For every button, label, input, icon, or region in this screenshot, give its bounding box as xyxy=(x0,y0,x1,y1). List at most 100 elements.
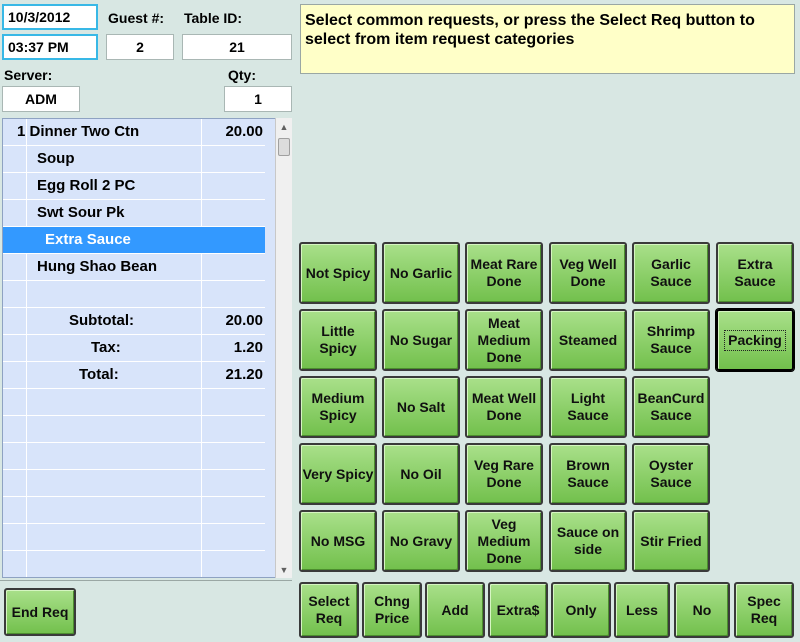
qty-field[interactable]: 1 xyxy=(224,86,292,112)
button-label: Veg Well Done xyxy=(559,256,617,289)
add-button[interactable]: Add xyxy=(425,582,485,638)
button-label: Oyster Sauce xyxy=(648,457,694,490)
meat-rare-done-button[interactable]: Meat Rare Done xyxy=(465,242,543,304)
subtotal-label: Subtotal: xyxy=(69,312,134,329)
no-garlic-button[interactable]: No Garlic xyxy=(382,242,460,304)
button-label: BeanCurd Sauce xyxy=(637,390,705,423)
button-label: Little Spicy xyxy=(319,323,357,356)
stir-fried-button[interactable]: Stir Fried xyxy=(632,510,710,572)
button-label: Extra Sauce xyxy=(734,256,776,289)
less-button[interactable]: Less xyxy=(614,582,670,638)
instruction-message: Select common requests, or press the Sel… xyxy=(300,4,795,74)
item-name: Egg Roll 2 PC xyxy=(37,177,136,194)
qty-label: Qty: xyxy=(228,67,256,83)
qty-value: 1 xyxy=(254,91,262,107)
very-spicy-button[interactable]: Very Spicy xyxy=(299,443,377,505)
list-item xyxy=(3,470,265,497)
veg-well-done-button[interactable]: Veg Well Done xyxy=(549,242,627,304)
button-label: No Gravy xyxy=(389,532,453,549)
veg-medium-done-button[interactable]: Veg Medium Done xyxy=(465,510,543,572)
oyster-sauce-button[interactable]: Oyster Sauce xyxy=(632,443,710,505)
beancurd-sauce-button[interactable]: BeanCurd Sauce xyxy=(632,376,710,438)
button-label: Brown Sauce xyxy=(566,457,610,490)
button-label: Light Sauce xyxy=(567,390,609,423)
chng-price-button[interactable]: Chng Price xyxy=(362,582,422,638)
no-oil-button[interactable]: No Oil xyxy=(382,443,460,505)
light-sauce-button[interactable]: Light Sauce xyxy=(549,376,627,438)
scroll-up-icon[interactable]: ▲ xyxy=(276,118,292,135)
garlic-sauce-button[interactable]: Garlic Sauce xyxy=(632,242,710,304)
button-label: Not Spicy xyxy=(305,264,371,281)
meat-well-done-button[interactable]: Meat Well Done xyxy=(465,376,543,438)
scroll-thumb[interactable] xyxy=(278,138,290,156)
button-label: Very Spicy xyxy=(302,465,374,482)
meat-medium-done-button[interactable]: Meat Medium Done xyxy=(465,309,543,371)
brown-sauce-button[interactable]: Brown Sauce xyxy=(549,443,627,505)
shrimp-sauce-button[interactable]: Shrimp Sauce xyxy=(632,309,710,371)
button-label: Medium Spicy xyxy=(311,390,365,423)
button-label: Less xyxy=(626,601,658,618)
no-salt-button[interactable]: No Salt xyxy=(382,376,460,438)
no-button[interactable]: No xyxy=(674,582,730,638)
list-item[interactable]: Hung Shao Bean xyxy=(3,254,265,281)
steamed-button[interactable]: Steamed xyxy=(549,309,627,371)
button-label: Shrimp Sauce xyxy=(646,323,696,356)
scroll-down-icon[interactable]: ▼ xyxy=(276,561,292,578)
end-req-button[interactable]: End Req xyxy=(4,588,76,636)
subtotal-row: Subtotal: 20.00 xyxy=(3,308,265,335)
item-name: 1 Dinner Two Ctn xyxy=(17,123,140,140)
subtotal-value: 20.00 xyxy=(225,312,263,329)
sauce-on-side-button[interactable]: Sauce on side xyxy=(549,510,627,572)
server-field[interactable]: ADM xyxy=(2,86,80,112)
button-label: No Sugar xyxy=(389,331,453,348)
list-item xyxy=(3,551,265,577)
no-msg-button[interactable]: No MSG xyxy=(299,510,377,572)
list-item[interactable]: 1 Dinner Two Ctn 20.00 xyxy=(3,119,265,146)
guest-count-field[interactable]: 2 xyxy=(106,34,174,60)
medium-spicy-button[interactable]: Medium Spicy xyxy=(299,376,377,438)
end-req-label: End Req xyxy=(11,603,69,620)
list-item xyxy=(3,443,265,470)
no-gravy-button[interactable]: No Gravy xyxy=(382,510,460,572)
time-display: 03:37 PM xyxy=(2,34,98,60)
button-label: Select Req xyxy=(308,593,350,626)
server-value: ADM xyxy=(25,91,57,107)
total-label: Total: xyxy=(79,366,119,383)
spec-req-button[interactable]: Spec Req xyxy=(734,582,794,638)
only-button[interactable]: Only xyxy=(551,582,611,638)
not-spicy-button[interactable]: Not Spicy xyxy=(299,242,377,304)
item-name: Soup xyxy=(37,150,75,167)
list-item[interactable]: Soup xyxy=(3,146,265,173)
tax-row: Tax: 1.20 xyxy=(3,335,265,362)
little-spicy-button[interactable]: Little Spicy xyxy=(299,309,377,371)
button-label: Steamed xyxy=(558,331,618,348)
order-list-scrollbar[interactable]: ▲ ▼ xyxy=(275,118,292,578)
button-label: Chng Price xyxy=(374,593,410,626)
button-label: Add xyxy=(441,601,469,618)
button-label: Garlic Sauce xyxy=(650,256,692,289)
table-id-field[interactable]: 21 xyxy=(182,34,292,60)
select-req-button[interactable]: Select Req xyxy=(299,582,359,638)
extra-dollar-button[interactable]: Extra$ xyxy=(488,582,548,638)
button-label: No Salt xyxy=(396,398,446,415)
extra-sauce-button[interactable]: Extra Sauce xyxy=(716,242,794,304)
item-name: Hung Shao Bean xyxy=(37,258,158,275)
veg-rare-done-button[interactable]: Veg Rare Done xyxy=(465,443,543,505)
button-label: No Oil xyxy=(400,465,442,482)
guest-count-value: 2 xyxy=(136,39,144,55)
button-label: Only xyxy=(565,601,597,618)
no-sugar-button[interactable]: No Sugar xyxy=(382,309,460,371)
button-label: Meat Well Done xyxy=(471,390,537,423)
list-item[interactable]: Swt Sour Pk xyxy=(3,200,265,227)
order-list[interactable]: 1 Dinner Two Ctn 20.00 Soup Egg Roll 2 P… xyxy=(2,118,276,578)
button-label: No Garlic xyxy=(389,264,453,281)
button-label: Meat Rare Done xyxy=(470,256,538,289)
server-label: Server: xyxy=(4,67,53,83)
list-item-selected[interactable]: Extra Sauce xyxy=(3,227,265,254)
packing-button[interactable]: Packing xyxy=(716,309,794,371)
list-item xyxy=(3,524,265,551)
list-item[interactable]: Egg Roll 2 PC xyxy=(3,173,265,200)
button-label: Veg Rare Done xyxy=(474,457,534,490)
guest-label: Guest #: xyxy=(108,10,165,26)
button-label: Veg Medium Done xyxy=(477,515,531,566)
